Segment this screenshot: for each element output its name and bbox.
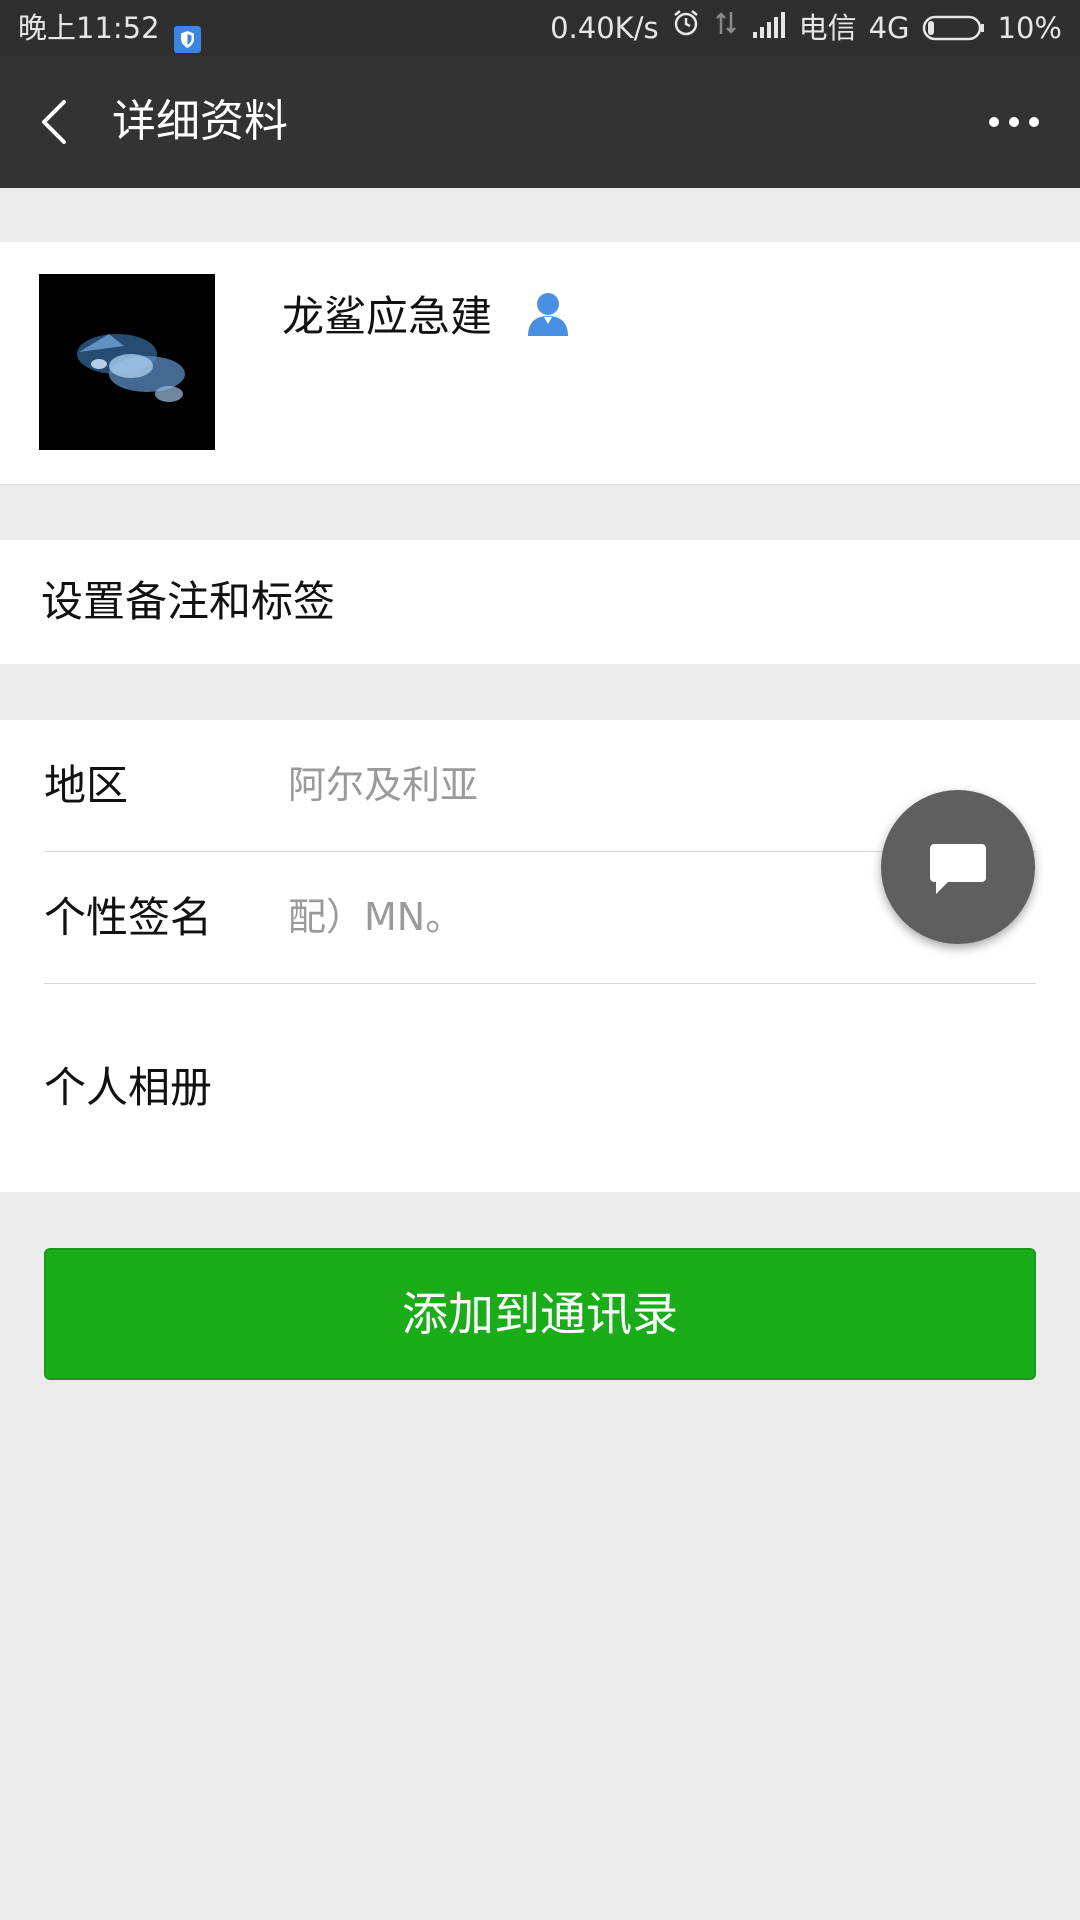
info-section: 地区 阿尔及利亚 个性签名 配）MN。 个人相册 (0, 720, 1080, 1192)
more-button[interactable] (972, 92, 1056, 152)
region-value: 阿尔及利亚 (288, 763, 479, 807)
add-contact-button[interactable]: 添加到通讯录 (44, 1248, 1036, 1380)
battery-percent: 10% (997, 11, 1062, 45)
status-left: 晚上11:52 (18, 0, 201, 56)
net-speed: 0.40K/s (550, 11, 659, 45)
profile-card: 龙鲨应急建 (0, 242, 1080, 485)
title-bar: 详细资料 (0, 56, 1080, 188)
album-label: 个人相册 (44, 1063, 213, 1112)
page-title: 详细资料 (112, 96, 288, 147)
chat-bubble-icon (930, 844, 986, 894)
remark-label: 设置备注和标签 (41, 577, 336, 626)
more-dots-icon (989, 117, 1039, 127)
shield-icon (173, 15, 201, 53)
nickname: 龙鲨应急建 (282, 292, 493, 341)
network-type: 4G (868, 11, 910, 45)
back-button[interactable] (30, 92, 90, 152)
carrier-label: 电信 (798, 11, 857, 45)
signature-label: 个性签名 (44, 893, 213, 942)
region-label: 地区 (44, 761, 129, 810)
signature-value: 配）MN。 (288, 895, 464, 939)
alarm-icon (671, 0, 701, 56)
avatar[interactable] (39, 274, 215, 450)
back-chevron-icon (42, 100, 66, 144)
profile-screen: 晚上11:52 0.40K/s 电信 4G 10% 详细资料 龙鲨应急建 设置备… (0, 0, 1080, 1920)
person-icon (526, 290, 570, 338)
status-bar: 晚上11:52 0.40K/s 电信 4G 10% (0, 0, 1080, 56)
battery-icon (922, 14, 986, 42)
data-arrows-icon (713, 0, 739, 56)
album-row[interactable]: 个人相册 (44, 984, 1036, 1192)
signal-icon (751, 0, 787, 56)
status-time: 晚上11:52 (18, 11, 160, 45)
avatar-image (39, 274, 215, 450)
remark-row[interactable]: 设置备注和标签 (0, 540, 1080, 664)
chat-fab-button[interactable] (881, 790, 1035, 944)
region-row: 地区 阿尔及利亚 (44, 720, 1036, 851)
status-right: 0.40K/s 电信 4G 10% (550, 0, 1062, 56)
